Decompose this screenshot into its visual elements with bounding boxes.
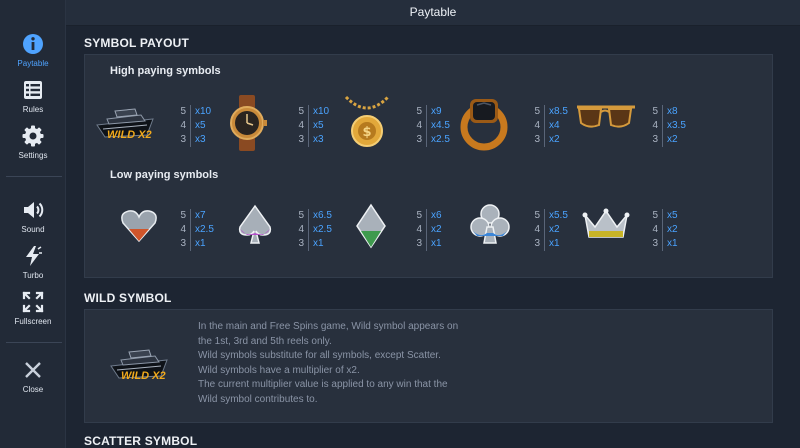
sidebar-item-label: Close: [22, 385, 44, 394]
sidebar-item-label: Fullscreen: [14, 317, 52, 326]
wild-description-line: Wild symbols have a multiplier of x2.: [198, 364, 360, 376]
paytable-entry: 5 x6.5 4 x2.5 3 x1: [295, 209, 347, 251]
sidebar-item-label: Paytable: [17, 59, 49, 68]
club-symbol: [469, 203, 531, 259]
yacht-wild-symbol: WILD X2: [107, 334, 187, 390]
paytable-entry: 5 x10 4 x5 3 x3: [177, 105, 229, 147]
section-title-symbol-payout: SYMBOL PAYOUT: [84, 36, 190, 50]
yacht-icon: [96, 108, 154, 138]
wild-description-line: The current multiplier value is applied …: [198, 379, 448, 390]
sunglasses-symbol: [575, 99, 637, 155]
wild-description-line: Wild symbols substitute for all symbols,…: [198, 350, 441, 361]
crown-symbol: [581, 207, 643, 263]
yacht-icon: [110, 349, 168, 379]
gear-icon: [22, 125, 44, 147]
sidebar-item-label: Sound: [21, 225, 45, 234]
speaker-icon: [24, 202, 44, 218]
section-title-wild-symbol: WILD SYMBOL: [84, 291, 172, 305]
paytable-entry: 5 x8 4 x3.5 3 x2: [649, 105, 701, 147]
sidebar-item-sound[interactable]: Sound: [0, 198, 66, 234]
low-paying-title: Low paying symbols: [110, 169, 219, 181]
paytable-entry: 5 x5.5 4 x2 3 x1: [531, 209, 583, 251]
sidebar-item-turbo[interactable]: Turbo: [0, 244, 66, 280]
sunglasses-icon: [577, 105, 635, 128]
wild-description-line: In the main and Free Spins game, Wild sy…: [198, 321, 459, 332]
sidebar-item-fullscreen[interactable]: Fullscreen: [0, 290, 66, 326]
diamond-symbol: [353, 203, 415, 259]
wild-description: In the main and Free Spins game, Wild sy…: [198, 320, 518, 407]
page-title: Paytable: [409, 5, 457, 19]
crown-icon: [582, 208, 630, 238]
watch-symbol: [223, 93, 285, 151]
sidebar-item-label: Turbo: [22, 271, 44, 280]
heart-icon: [121, 210, 157, 243]
close-icon: [25, 362, 41, 378]
info-icon: [23, 34, 43, 54]
header-bar: Paytable: [66, 0, 800, 26]
sidebar-item-settings[interactable]: Settings: [0, 124, 66, 160]
sidebar: Paytable Rules Settings Sound Turbo Full…: [0, 0, 66, 448]
wild-symbol-panel: WILD X2 In the main and Free Spins game,…: [84, 309, 773, 423]
section-title-scatter-symbol: SCATTER SYMBOL: [84, 434, 198, 448]
sidebar-item-label: Settings: [18, 151, 48, 160]
sidebar-item-label: Rules: [22, 105, 44, 114]
wild-description-line: the 1st, 3rd and 5th reels only.: [198, 335, 332, 347]
sidebar-divider: [6, 342, 62, 343]
close-button[interactable]: Close: [0, 358, 66, 394]
yacht-wild-symbol: WILD X2: [93, 93, 155, 149]
club-icon: [470, 204, 510, 244]
sidebar-item-rules[interactable]: Rules: [0, 78, 66, 114]
spade-symbol: [235, 203, 297, 259]
ring-symbol: [457, 93, 519, 151]
paytable-entry: 5 x7 4 x2.5 3 x1: [177, 209, 229, 251]
symbol-payout-panel: High paying symbols Low paying symbols W…: [84, 54, 773, 278]
paytable-content[interactable]: SYMBOL PAYOUT High paying symbols Low pa…: [66, 26, 800, 448]
expand-icon: [22, 291, 44, 313]
lightning-icon: [26, 246, 42, 266]
chain-pendant-icon: $: [344, 95, 390, 147]
svg-text:$: $: [362, 125, 371, 140]
wild-description-line: Wild symbol contributes to.: [198, 393, 318, 405]
sidebar-divider: [6, 176, 62, 177]
wild-x2-badge: WILD X2: [107, 129, 152, 141]
list-icon: [24, 81, 42, 99]
heart-symbol: [119, 205, 181, 261]
watch-icon: [230, 95, 267, 151]
sidebar-item-paytable[interactable]: Paytable: [0, 32, 66, 68]
paytable-entry: 5 x6 4 x2 3 x1: [413, 209, 465, 251]
paytable-entry: 5 x5 4 x2 3 x1: [649, 209, 701, 251]
gold-chain-symbol: $: [340, 91, 402, 147]
spade-icon: [238, 204, 272, 244]
ring-icon: [460, 99, 508, 151]
wild-x2-badge: WILD X2: [121, 370, 166, 382]
high-paying-title: High paying symbols: [110, 65, 221, 77]
diamond-icon: [356, 203, 386, 249]
